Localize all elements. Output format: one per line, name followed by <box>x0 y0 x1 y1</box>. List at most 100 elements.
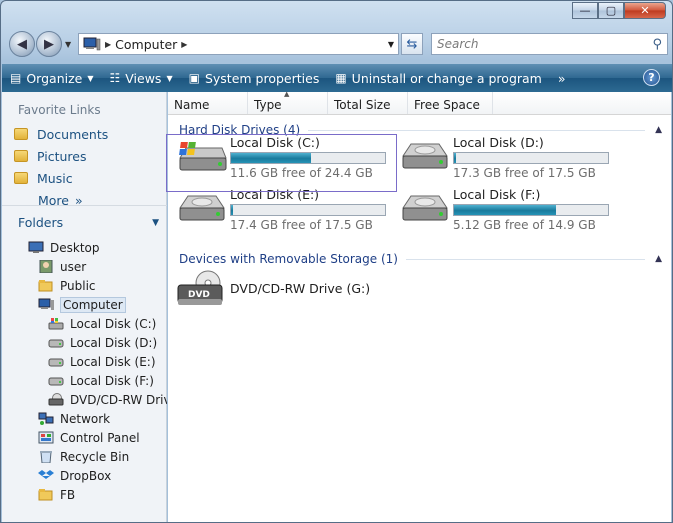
dvd-logo-text: DVD <box>188 290 210 300</box>
favorite-link-label: Music <box>37 170 73 186</box>
back-button[interactable]: ◀ <box>9 31 35 57</box>
close-button[interactable]: ✕ <box>624 2 666 19</box>
breadcrumb-separator-icon[interactable]: ▶ <box>105 40 111 49</box>
user-icon <box>39 260 53 273</box>
tree-item-label: DVD/CD-RW Drive <box>70 392 167 407</box>
favorite-link[interactable]: Documents <box>2 123 166 145</box>
column-header-type[interactable]: ▲ Type <box>248 90 328 114</box>
breadcrumb-computer[interactable]: Computer <box>115 37 177 52</box>
drive-item-dvd[interactable]: DVD DVD/CD-RW Drive (G:) <box>176 269 406 315</box>
tree-item-label: Local Disk (C:) <box>70 316 157 331</box>
favorite-link-label: Documents <box>37 126 109 142</box>
uninstall-program-button[interactable]: ▦ Uninstall or change a program <box>327 64 550 92</box>
drive-free-space: 17.4 GB free of 17.5 GB <box>230 218 373 232</box>
dvd-drive-icon <box>48 393 64 406</box>
tree-item[interactable]: FB <box>2 485 167 504</box>
tree-item[interactable]: Public <box>2 276 167 295</box>
group-label: Devices with Removable Storage (1) <box>179 252 398 266</box>
uninstall-label: Uninstall or change a program <box>351 70 542 86</box>
tree-item[interactable]: Computer <box>2 295 167 314</box>
tree-item[interactable]: DropBox <box>2 466 167 485</box>
address-bar[interactable]: ▶ Computer ▶ ▼ <box>78 33 399 55</box>
group-header-removable[interactable]: Devices with Removable Storage (1) ▲ <box>168 248 671 270</box>
chevron-down-icon: ▼ <box>152 217 159 228</box>
column-header-name[interactable]: Name <box>168 92 248 114</box>
tree-item[interactable]: Recycle Bin <box>2 447 167 466</box>
computer-icon <box>83 37 101 51</box>
folder-icon <box>14 172 28 184</box>
tree-item-label: Control Panel <box>60 430 140 445</box>
drive-usage-fill <box>454 153 456 163</box>
column-headers: Name ▲ Type Total Size Free Space <box>168 90 671 115</box>
folders-heading: Folders <box>18 215 64 230</box>
column-header-free-space[interactable]: Free Space <box>408 92 493 114</box>
tree-item[interactable]: Local Disk (D:) <box>2 333 167 352</box>
search-placeholder: Search <box>437 37 479 51</box>
drive-usage-bar <box>230 204 386 216</box>
tree-item[interactable]: DVD/CD-RW Drive <box>2 390 167 409</box>
tree-item[interactable]: Local Disk (C:) <box>2 314 167 333</box>
help-icon[interactable]: ? <box>643 69 660 86</box>
views-button[interactable]: ☷ Views ▼ <box>102 64 181 92</box>
refresh-button[interactable]: ⇆ <box>401 33 423 55</box>
dvd-drive-icon: DVD <box>177 270 223 305</box>
divider <box>308 129 646 131</box>
folder-icon <box>14 150 28 162</box>
drive-item[interactable]: Local Disk (D:) 17.3 GB free of 17.5 GB <box>399 134 629 180</box>
minimize-button[interactable]: — <box>572 2 598 19</box>
favorite-link-label: Pictures <box>37 148 87 164</box>
column-header-type-label: Type <box>254 98 282 112</box>
chevron-down-icon: ▼ <box>166 73 173 83</box>
recycle-bin-icon <box>40 451 52 463</box>
chevron-up-icon: ▲ <box>655 254 662 264</box>
tree-item-label: Public <box>60 278 96 293</box>
divider <box>2 205 167 206</box>
drive-icon <box>48 358 64 367</box>
drive-usage-fill <box>231 205 233 215</box>
drive-icon <box>402 143 448 169</box>
tree-item[interactable]: Desktop <box>2 238 167 257</box>
drive-icon <box>48 339 64 348</box>
drive-item[interactable]: Local Disk (F:) 5.12 GB free of 14.9 GB <box>399 186 629 232</box>
recent-pages-dropdown-icon[interactable]: ▼ <box>65 40 71 49</box>
tree-item-label: FB <box>60 487 76 502</box>
chevron-down-icon: ▼ <box>87 73 94 83</box>
drive-icon <box>402 195 448 221</box>
tree-item[interactable]: Network <box>2 409 167 428</box>
drive-usage-fill <box>454 205 556 215</box>
favorite-link[interactable]: Music <box>2 167 166 189</box>
drive-icon <box>179 195 225 221</box>
dropbox-icon <box>38 470 54 479</box>
address-dropdown-icon[interactable]: ▼ <box>388 40 394 49</box>
drive-item[interactable]: Local Disk (E:) 17.4 GB free of 17.5 GB <box>176 186 406 232</box>
organize-button[interactable]: ▤ Organize ▼ <box>2 64 102 92</box>
drive-name: Local Disk (D:) <box>453 135 544 150</box>
column-header-total-size[interactable]: Total Size <box>328 92 408 114</box>
more-link[interactable]: More» <box>2 189 166 211</box>
tree-item-label: Computer <box>60 296 126 313</box>
tree-item[interactable]: Control Panel <box>2 428 167 447</box>
more-commands-button[interactable]: » <box>550 64 574 92</box>
search-icon[interactable]: ⚲ <box>652 37 662 52</box>
drive-name: Local Disk (F:) <box>453 187 541 202</box>
tree-item-label: Local Disk (F:) <box>70 373 154 388</box>
tree-item[interactable]: Local Disk (E:) <box>2 352 167 371</box>
organize-icon: ▤ <box>10 71 22 85</box>
explorer-window: — ▢ ✕ ◀ ▶ ▼ ▶ Computer ▶ ▼ ⇆ Search ⚲ ▤ … <box>0 0 673 523</box>
divider <box>405 258 646 260</box>
drive-usage-bar <box>453 152 609 164</box>
selection-highlight <box>166 134 397 192</box>
folders-header[interactable]: Folders ▼ <box>2 215 167 230</box>
system-properties-button[interactable]: ▣ System properties <box>181 64 328 92</box>
views-label: Views <box>125 70 162 86</box>
tree-item[interactable]: Local Disk (F:) <box>2 371 167 390</box>
breadcrumb-separator-icon[interactable]: ▶ <box>181 40 187 49</box>
search-input[interactable]: Search ⚲ <box>431 33 668 55</box>
tree-item-label: DropBox <box>60 468 112 483</box>
control-panel-icon <box>38 431 54 444</box>
favorite-link[interactable]: Pictures <box>2 145 166 167</box>
desktop-icon <box>28 241 44 253</box>
forward-button[interactable]: ▶ <box>36 31 62 57</box>
tree-item[interactable]: user <box>2 257 167 276</box>
maximize-button[interactable]: ▢ <box>598 2 624 19</box>
